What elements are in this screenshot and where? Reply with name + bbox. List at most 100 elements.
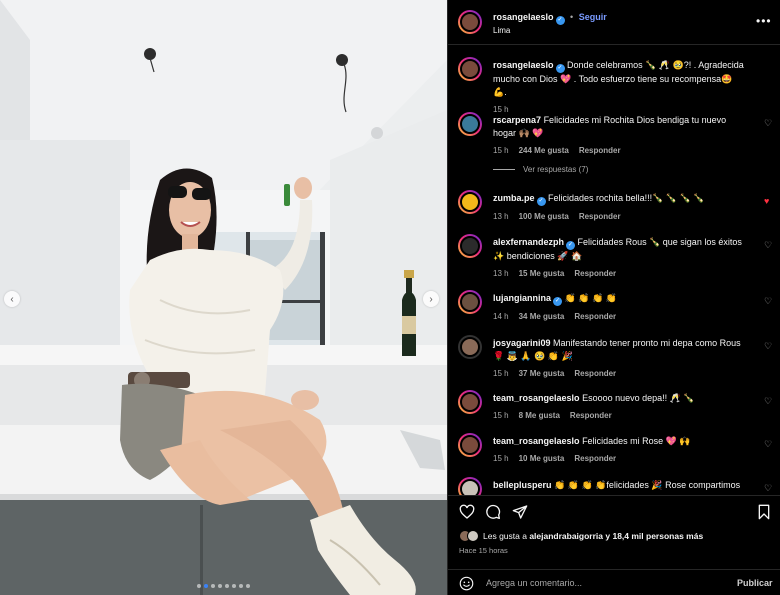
reply-button[interactable]: Responder	[579, 210, 621, 223]
bookmark-icon[interactable]	[756, 504, 772, 520]
carousel-dot	[204, 584, 208, 588]
verified-badge-icon: ✓	[555, 16, 565, 25]
commenter-username[interactable]: josyagarini09	[493, 338, 551, 348]
comments-list[interactable]: rosangelaeslo ✓ Donde celebramos 🍾 🥂 🥹?! …	[448, 45, 780, 495]
commenter-username[interactable]: zumba.pe	[493, 193, 535, 203]
comment-liked-heart-icon[interactable]: ♥	[764, 196, 769, 206]
caption-username[interactable]: rosangelaeslo	[493, 60, 554, 70]
carousel-dot	[225, 584, 229, 588]
commenter-username[interactable]: belleplusperu	[493, 480, 552, 490]
comment-like-heart-icon[interactable]: ♡	[764, 341, 772, 352]
comment-likes[interactable]: 100 Me gusta	[519, 210, 569, 223]
comment-like-heart-icon[interactable]: ♡	[764, 296, 772, 307]
carousel-indicator	[197, 584, 250, 588]
commenter-avatar[interactable]	[458, 112, 482, 136]
more-options-icon[interactable]: •••	[756, 14, 772, 28]
author-avatar[interactable]	[458, 10, 482, 34]
view-replies-button[interactable]: Ver respuestas (7)	[493, 165, 588, 174]
comment-like-heart-icon[interactable]: ♡	[764, 439, 772, 450]
comment-likes[interactable]: 8 Me gusta	[519, 409, 560, 422]
likes-summary[interactable]: Les gusta a alejandrabaigorria y 18,4 mi…	[459, 530, 703, 542]
commenter-avatar[interactable]	[458, 477, 482, 495]
likes-prefix: Les gusta a	[483, 531, 530, 541]
emoji-icon[interactable]	[459, 576, 474, 591]
comment-time[interactable]: 14 h	[493, 310, 509, 323]
post-detail-panel: rosangelaeslo ✓ • Seguir Lima ••• rosange…	[447, 0, 780, 595]
publish-button[interactable]: Publicar	[737, 578, 773, 588]
carousel-dot	[232, 584, 236, 588]
follow-button[interactable]: Seguir	[579, 12, 607, 22]
commenter-avatar[interactable]	[458, 290, 482, 314]
carousel-prev-button[interactable]: ‹	[4, 291, 20, 307]
replies-divider	[493, 169, 515, 170]
carousel-dot	[246, 584, 250, 588]
reply-button[interactable]: Responder	[579, 144, 621, 157]
carousel-next-button[interactable]: ›	[423, 291, 439, 307]
reply-button[interactable]: Responder	[574, 452, 616, 465]
view-replies-label: Ver respuestas (7)	[523, 165, 589, 174]
commenter-username[interactable]: alexfernandezph	[493, 237, 564, 247]
commenter-username[interactable]: rscarpena7	[493, 115, 541, 125]
commenter-username[interactable]: team_rosangelaeslo	[493, 436, 580, 446]
reply-button[interactable]: Responder	[574, 367, 616, 380]
chevron-left-icon: ‹	[10, 293, 14, 305]
comment-like-heart-icon[interactable]: ♡	[764, 483, 772, 494]
comment-like-heart-icon[interactable]: ♡	[764, 118, 772, 129]
comment-like-heart-icon[interactable]: ♡	[764, 396, 772, 407]
caption-avatar[interactable]	[458, 57, 482, 81]
commenter-username[interactable]: lujangiannina	[493, 293, 551, 303]
commenter-avatar[interactable]	[458, 335, 482, 359]
carousel-dot	[239, 584, 243, 588]
verified-badge-icon: ✓	[555, 64, 565, 73]
comment-text: Felicidades rochita bella!!!🍾 🍾 🍾 🍾	[548, 193, 705, 203]
comment-likes[interactable]: 34 Me gusta	[519, 310, 565, 323]
likes-count[interactable]: y 18,4 mil personas más	[603, 531, 703, 541]
comment-time[interactable]: 15 h	[493, 409, 509, 422]
reply-button[interactable]: Responder	[574, 310, 616, 323]
comment-time[interactable]: 13 h	[493, 267, 509, 280]
carousel-dot	[211, 584, 215, 588]
commenter-avatar[interactable]	[458, 433, 482, 457]
comment-time[interactable]: 15 h	[493, 367, 509, 380]
commenter-avatar[interactable]	[458, 390, 482, 414]
liker-avatar	[467, 530, 479, 542]
chevron-right-icon: ›	[429, 293, 433, 305]
comment-icon[interactable]	[485, 504, 501, 520]
comment-text: 👏 👏 👏 👏	[564, 293, 617, 303]
comment-likes[interactable]: 15 Me gusta	[519, 267, 565, 280]
likes-user[interactable]: alejandrabaigorria	[529, 531, 603, 541]
liker-avatars	[459, 530, 479, 542]
share-icon[interactable]	[512, 504, 528, 520]
carousel-dot	[197, 584, 201, 588]
comment-input[interactable]: Agrega un comentario...	[486, 578, 582, 588]
reply-button[interactable]: Responder	[570, 409, 612, 422]
comment-likes[interactable]: 10 Me gusta	[519, 452, 565, 465]
commenter-username[interactable]: team_rosangelaeslo	[493, 393, 580, 403]
reply-button[interactable]: Responder	[574, 267, 616, 280]
verified-badge-icon: ✓	[566, 241, 576, 250]
post-location[interactable]: Lima	[493, 26, 510, 35]
comment-composer: Agrega un comentario... Publicar	[448, 569, 780, 595]
comment-like-heart-icon[interactable]: ♡	[764, 240, 772, 251]
comment-text: Felicidades mi Rose 💖 🙌	[582, 436, 691, 446]
carousel-dot	[218, 584, 222, 588]
separator: •	[570, 12, 574, 22]
instagram-post-view: ‹ › rosangelaeslo ✓ • Seguir Lima ••• ro…	[0, 0, 780, 595]
post-media[interactable]: ‹ ›	[0, 0, 447, 595]
commenter-avatar[interactable]	[458, 190, 482, 214]
comment-time[interactable]: 15 h	[493, 144, 509, 157]
comment-time[interactable]: 15 h	[493, 452, 509, 465]
heart-icon[interactable]	[459, 504, 475, 520]
verified-badge-icon: ✓	[553, 297, 563, 306]
post-header: rosangelaeslo ✓ • Seguir Lima •••	[448, 0, 780, 45]
comment-likes[interactable]: 244 Me gusta	[519, 144, 569, 157]
comment-time[interactable]: 13 h	[493, 210, 509, 223]
commenter-avatar[interactable]	[458, 234, 482, 258]
verified-badge-icon: ✓	[536, 197, 546, 206]
comment-text: Esoooo nuevo depa!! 🥂 🍾	[582, 393, 695, 403]
post-photo	[0, 0, 447, 595]
post-actions: Les gusta a alejandrabaigorria y 18,4 mi…	[448, 495, 780, 595]
author-username[interactable]: rosangelaeslo	[493, 12, 554, 22]
comment-likes[interactable]: 37 Me gusta	[519, 367, 565, 380]
post-time: Hace 15 horas	[459, 546, 508, 555]
